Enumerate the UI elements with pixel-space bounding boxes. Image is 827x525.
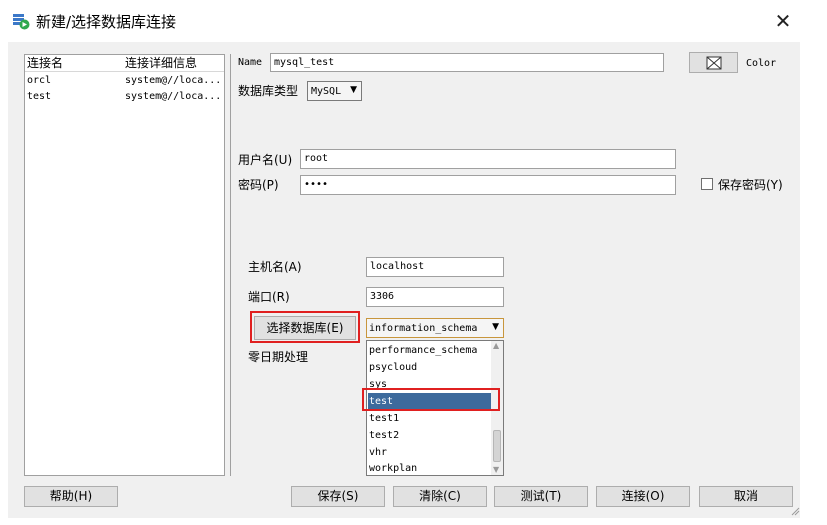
- db-type-label: 数据库类型: [238, 84, 299, 98]
- dropdown-option[interactable]: test1: [368, 410, 492, 427]
- dropdown-option[interactable]: workplan: [368, 460, 492, 477]
- highlight-box: [250, 311, 360, 343]
- help-button[interactable]: 帮助(H): [24, 486, 118, 507]
- username-input[interactable]: root: [300, 149, 676, 169]
- connect-button[interactable]: 连接(O): [596, 486, 690, 507]
- port-input[interactable]: 3306: [366, 287, 504, 307]
- zero-date-label: 零日期处理: [248, 350, 309, 364]
- highlight-box: [362, 388, 500, 411]
- connection-row[interactable]: orcl system@//loca...: [25, 74, 224, 88]
- password-label: 密码(P): [238, 178, 279, 192]
- db-type-select[interactable]: MySQL ▼: [307, 81, 362, 101]
- name-input[interactable]: mysql_test: [270, 53, 664, 72]
- save-password-checkbox[interactable]: [701, 178, 713, 190]
- connection-name: orcl: [27, 75, 52, 86]
- database-select[interactable]: information_schema ▼: [366, 318, 504, 338]
- port-label: 端口(R): [248, 290, 290, 304]
- connection-detail: system@//loca...: [125, 75, 222, 86]
- database-select-value: information_schema: [369, 323, 478, 334]
- scrollbar-thumb[interactable]: [493, 430, 501, 462]
- color-swatch-icon: [706, 56, 722, 70]
- database-connection-icon: [12, 12, 30, 30]
- close-icon[interactable]: ✕: [771, 8, 795, 34]
- name-label: Name: [238, 57, 263, 68]
- color-picker-button[interactable]: [689, 52, 738, 73]
- password-input[interactable]: ••••: [300, 175, 676, 195]
- dropdown-option[interactable]: vhr: [368, 444, 492, 461]
- dropdown-option[interactable]: performance_schema: [368, 342, 492, 359]
- column-header-detail[interactable]: 连接详细信息: [125, 56, 197, 71]
- column-header-name[interactable]: 连接名: [27, 56, 63, 71]
- window-title: 新建/选择数据库连接: [36, 13, 177, 31]
- clear-button[interactable]: 清除(C): [393, 486, 487, 507]
- connection-detail: system@//loca...: [125, 91, 222, 102]
- connection-name: test: [27, 91, 52, 102]
- scroll-up-icon[interactable]: ▲: [493, 341, 499, 351]
- dropdown-option[interactable]: test2: [368, 427, 492, 444]
- color-label: Color: [746, 58, 777, 69]
- dropdown-option[interactable]: psycloud: [368, 359, 492, 376]
- host-label: 主机名(A): [248, 260, 302, 274]
- resize-grip-icon[interactable]: [790, 505, 800, 516]
- test-button[interactable]: 测试(T): [494, 486, 588, 507]
- title-bar: 新建/选择数据库连接 ✕: [0, 0, 827, 42]
- host-input[interactable]: localhost: [366, 257, 504, 277]
- connection-list-header: 连接名 连接详细信息: [25, 55, 224, 72]
- save-password-label[interactable]: 保存密码(Y): [718, 178, 783, 192]
- chevron-down-icon: ▼: [350, 85, 357, 95]
- username-label: 用户名(U): [238, 153, 293, 167]
- save-button[interactable]: 保存(S): [291, 486, 385, 507]
- db-type-value: MySQL: [311, 86, 342, 97]
- connection-list[interactable]: 连接名 连接详细信息 orcl system@//loca... test sy…: [24, 54, 225, 476]
- panel-divider: [230, 54, 231, 476]
- chevron-down-icon: ▼: [492, 322, 499, 332]
- cancel-button[interactable]: 取消: [699, 486, 793, 507]
- connection-row[interactable]: test system@//loca...: [25, 90, 224, 104]
- scroll-down-icon[interactable]: ▼: [493, 465, 499, 475]
